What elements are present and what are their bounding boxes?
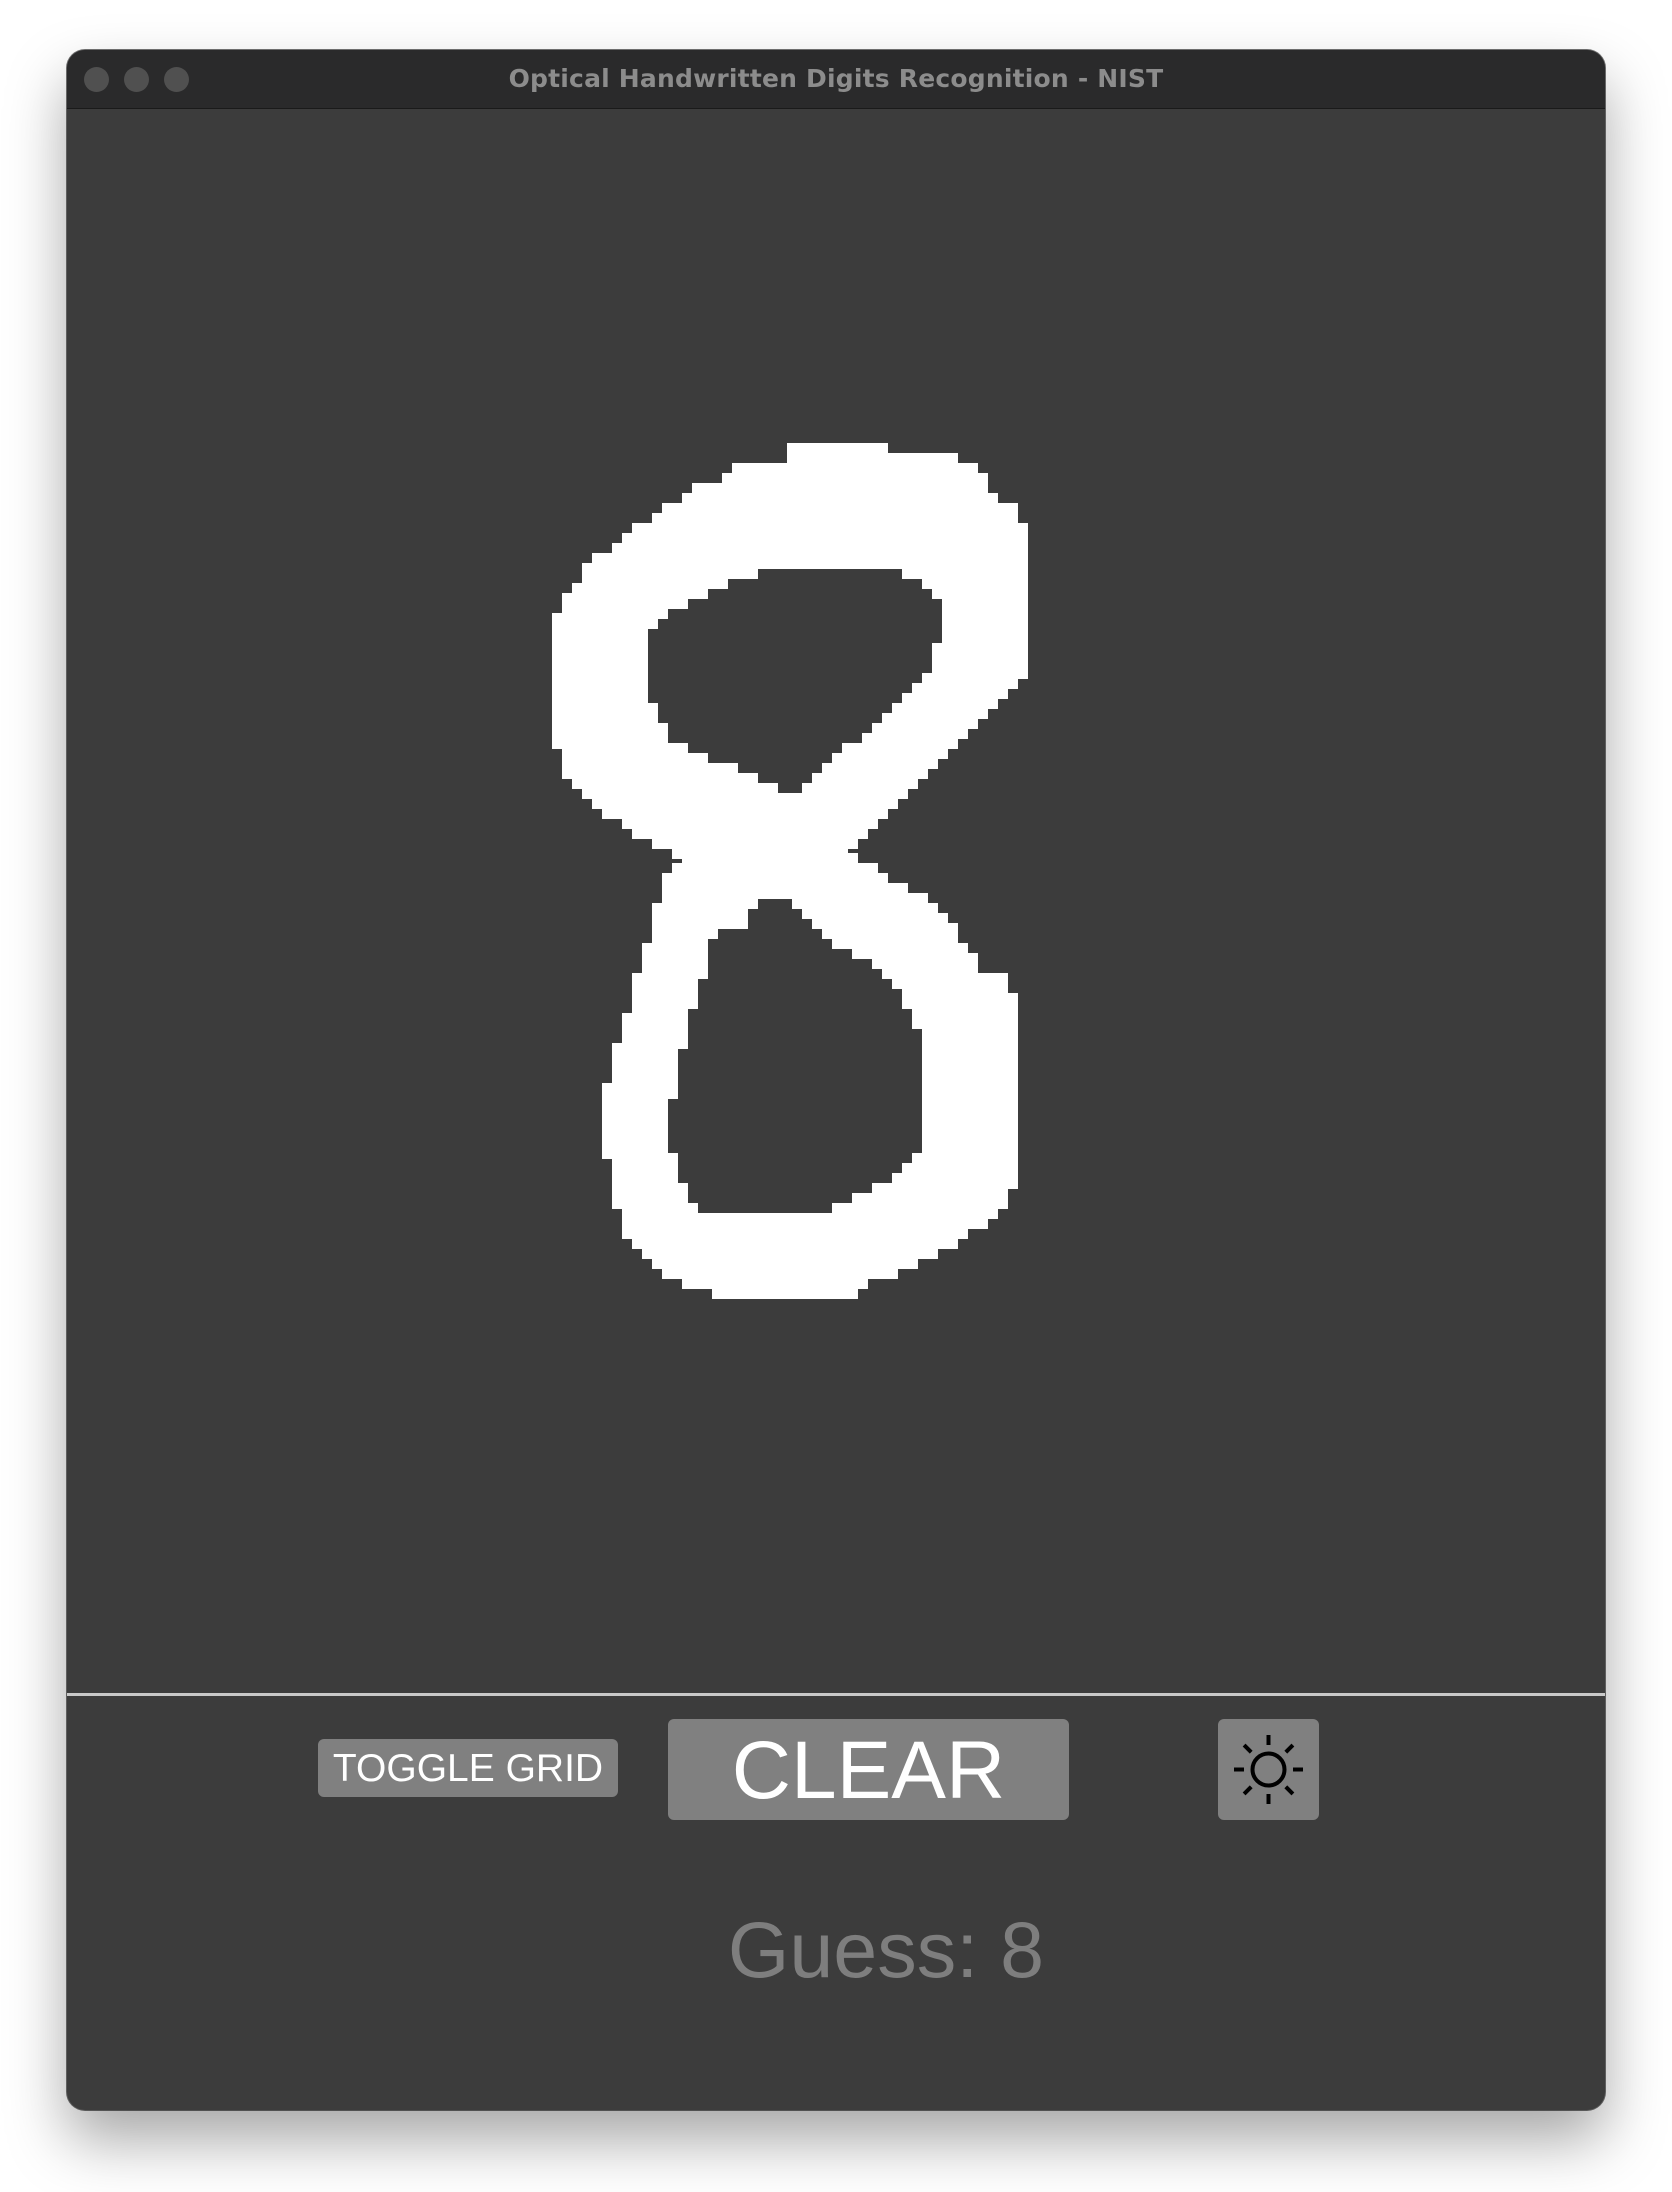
drawing-canvas[interactable] — [67, 109, 1605, 1693]
title-bar: Optical Handwritten Digits Recognition -… — [67, 50, 1605, 109]
theme-toggle-button[interactable] — [1218, 1719, 1319, 1820]
clear-button[interactable]: CLEAR — [668, 1719, 1069, 1820]
digit-stroke — [552, 443, 1028, 1299]
window-title: Optical Handwritten Digits Recognition -… — [508, 64, 1164, 93]
toggle-grid-button[interactable]: TOGGLE GRID — [318, 1739, 618, 1797]
handwritten-digit-drawing — [552, 443, 1028, 1299]
app-window: Optical Handwritten Digits Recognition -… — [67, 50, 1605, 2110]
canvas-divider — [67, 1693, 1605, 1696]
guess-label: Guess: 8 — [727, 1905, 1045, 1994]
sun-icon — [1234, 1735, 1303, 1804]
